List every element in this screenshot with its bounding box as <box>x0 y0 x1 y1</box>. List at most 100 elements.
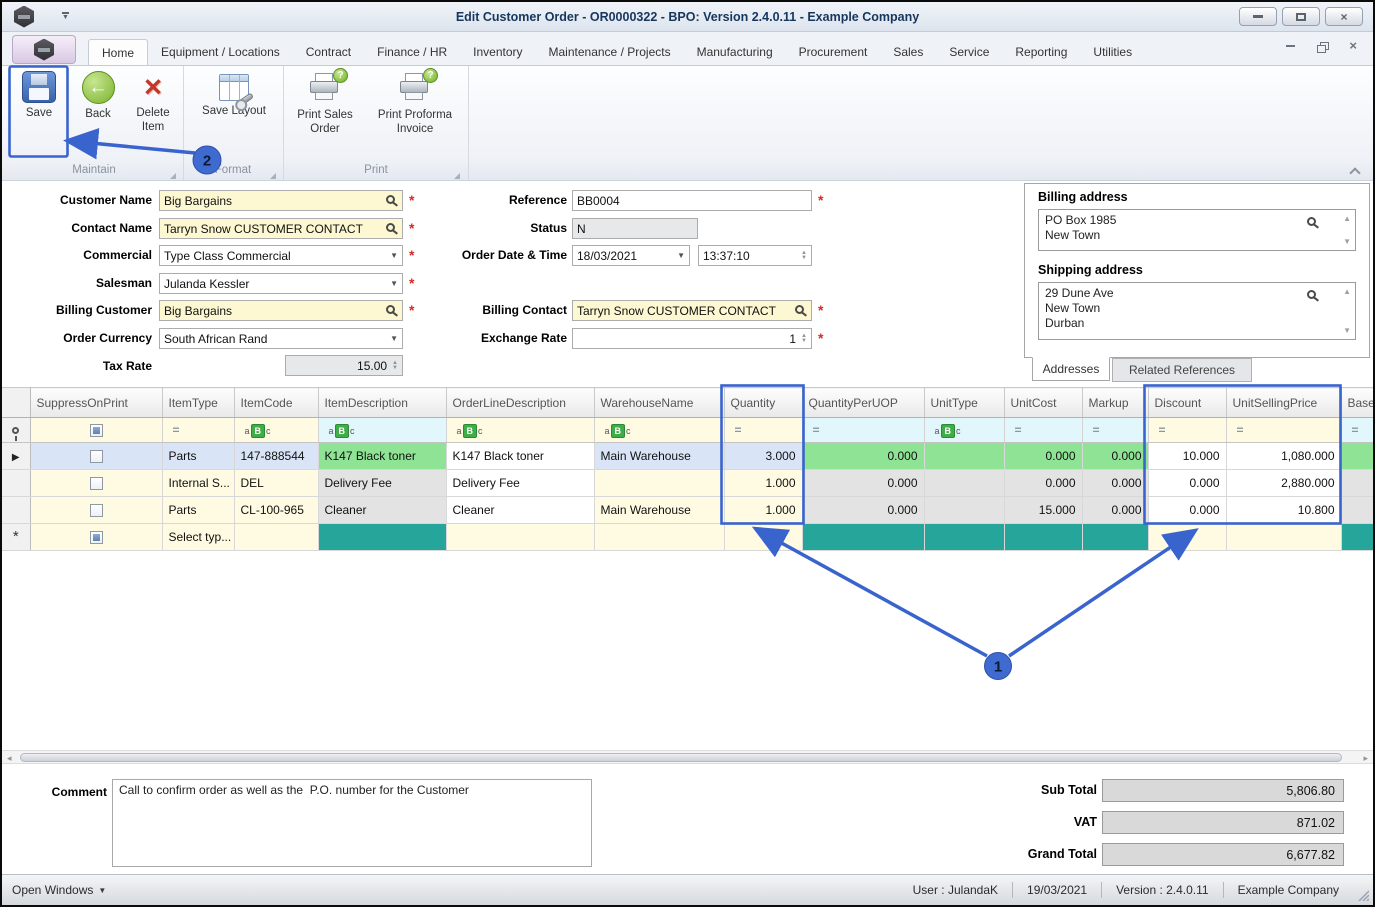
tab-maintenance-projects[interactable]: Maintenance / Projects <box>536 39 684 65</box>
mdi-minimize-button[interactable] <box>1286 45 1296 47</box>
billing-address-box[interactable]: PO Box 1985 New Town ▲ ▼ <box>1038 209 1356 251</box>
filter-itemcode[interactable]: aBc <box>234 417 319 443</box>
grid-cell[interactable] <box>30 442 163 470</box>
tab-equipment-locations[interactable]: Equipment / Locations <box>148 39 293 65</box>
billing-contact-field[interactable]: Tarryn Snow CUSTOMER CONTACT <box>572 300 812 321</box>
grid-cell[interactable]: 0.000 <box>1004 442 1083 470</box>
back-button[interactable]: ← Back <box>72 68 124 156</box>
order-time-field[interactable]: 13:37:10 ▲ ▼ <box>698 245 812 266</box>
resize-grip-icon[interactable] <box>1357 889 1369 901</box>
column-header-markup[interactable]: Markup <box>1082 387 1149 418</box>
tab-reporting[interactable]: Reporting <box>1002 39 1080 65</box>
filter-discount[interactable]: = <box>1148 417 1227 443</box>
grid-cell[interactable]: 1,080.000 <box>1226 442 1342 470</box>
delete-item-button[interactable]: × Delete Item <box>126 68 180 156</box>
column-header-orderlinedescription[interactable]: OrderLineDescription <box>446 387 595 418</box>
checkbox-indeterminate[interactable] <box>89 423 103 437</box>
chevron-down-icon[interactable]: ▼ <box>677 251 685 260</box>
save-button[interactable]: Save <box>10 68 68 156</box>
spinner-icon[interactable]: ▲ ▼ <box>801 333 807 344</box>
grid-cell[interactable]: 0.000 <box>802 442 925 470</box>
grid-cell[interactable] <box>30 523 163 551</box>
search-icon[interactable] <box>386 305 395 314</box>
grid-cell[interactable] <box>924 469 1005 497</box>
grid-cell[interactable] <box>802 523 925 551</box>
order-currency-dropdown[interactable]: South African Rand ▼ <box>159 328 403 349</box>
grid-cell[interactable]: 0.000 <box>1148 469 1227 497</box>
new-row-itemtype-prompt[interactable]: Select typ... <box>162 523 235 551</box>
tab-utilities[interactable]: Utilities <box>1080 39 1145 65</box>
search-icon[interactable] <box>386 223 395 232</box>
tab-sales[interactable]: Sales <box>880 39 936 65</box>
scroll-down-icon[interactable]: ▼ <box>1343 237 1351 246</box>
filter-suppressonprint[interactable] <box>30 417 163 443</box>
filter-itemdescription[interactable]: aBc <box>318 417 447 443</box>
column-header-unittype[interactable]: UnitType <box>924 387 1005 418</box>
filter-unittype[interactable]: aBc <box>924 417 1005 443</box>
grid-cell[interactable] <box>724 523 803 551</box>
tab-inventory[interactable]: Inventory <box>460 39 535 65</box>
scroll-down-icon[interactable]: ▼ <box>1343 326 1351 335</box>
filter-quantity[interactable]: = <box>724 417 803 443</box>
grid-cell[interactable]: 0.000 <box>802 496 925 524</box>
column-header-warehousename[interactable]: WarehouseName <box>594 387 725 418</box>
checkbox[interactable] <box>89 476 103 490</box>
tab-manufacturing[interactable]: Manufacturing <box>684 39 786 65</box>
tab-addresses[interactable]: Addresses <box>1032 357 1110 381</box>
filter-markup[interactable]: = <box>1082 417 1149 443</box>
spinner-icon[interactable]: ▲ ▼ <box>801 250 807 261</box>
column-header-discount[interactable]: Discount <box>1148 387 1227 418</box>
grid-cell[interactable]: 0.000 <box>1082 442 1149 470</box>
dialog-launcher-icon[interactable] <box>454 173 460 179</box>
column-header-unitcost[interactable]: UnitCost <box>1004 387 1083 418</box>
chevron-down-icon[interactable]: ▼ <box>390 334 398 343</box>
open-windows-button[interactable]: Open Windows ▼ <box>12 883 106 897</box>
grid-cell[interactable] <box>594 523 725 551</box>
tab-service[interactable]: Service <box>936 39 1002 65</box>
grid-cell[interactable] <box>1341 523 1373 551</box>
grid-cell[interactable]: Delivery Fee <box>318 469 447 497</box>
scroll-left-icon[interactable]: ◂ <box>7 752 12 764</box>
search-icon[interactable] <box>386 195 395 204</box>
grid-horizontal-scrollbar[interactable]: ◂ ▸ <box>2 750 1373 764</box>
close-button[interactable]: × <box>1325 7 1363 26</box>
checkbox[interactable] <box>89 503 103 517</box>
dialog-launcher-icon[interactable] <box>170 173 176 179</box>
grid-cell[interactable] <box>594 469 725 497</box>
tab-related-references[interactable]: Related References <box>1112 358 1252 382</box>
shipping-address-search-button[interactable] <box>1291 286 1331 304</box>
grid-cell[interactable] <box>1341 442 1373 470</box>
column-header-suppressonprint[interactable]: SuppressOnPrint <box>30 387 163 418</box>
grid-cell[interactable] <box>234 523 319 551</box>
save-layout-button[interactable]: Save Layout <box>192 68 276 156</box>
grid-cell[interactable]: Cleaner <box>318 496 447 524</box>
grid-cell[interactable]: Delivery Fee <box>446 469 595 497</box>
billing-address-search-button[interactable] <box>1291 213 1331 231</box>
grid-cell[interactable]: Parts <box>162 496 235 524</box>
grid-cell[interactable]: 10.000 <box>1148 442 1227 470</box>
column-header-quantity[interactable]: Quantity <box>724 387 803 418</box>
grid-cell[interactable] <box>924 496 1005 524</box>
tab-finance-hr[interactable]: Finance / HR <box>364 39 460 65</box>
reference-field[interactable]: BB0004 <box>572 190 812 211</box>
grid-cell[interactable] <box>1226 523 1342 551</box>
scrollbar-thumb[interactable] <box>20 753 1342 762</box>
filter-orderlinedescription[interactable]: aBc <box>446 417 595 443</box>
filter-unitsellingprice[interactable]: = <box>1226 417 1342 443</box>
scroll-right-icon[interactable]: ▸ <box>1363 752 1368 764</box>
grid-cell[interactable] <box>1148 523 1227 551</box>
dialog-launcher-icon[interactable] <box>270 173 276 179</box>
grid-cell[interactable]: K147 Black toner <box>318 442 447 470</box>
grid-cell[interactable] <box>1341 496 1373 524</box>
scroll-up-icon[interactable]: ▲ <box>1343 287 1351 296</box>
grid-cell[interactable]: 147-888544 <box>234 442 319 470</box>
maximize-button[interactable] <box>1282 7 1320 26</box>
column-header-itemtype[interactable]: ItemType <box>162 387 235 418</box>
spinner-icon[interactable]: ▲ ▼ <box>392 360 398 371</box>
grid-cell[interactable]: Main Warehouse <box>594 442 725 470</box>
chevron-down-icon[interactable]: ▼ <box>390 279 398 288</box>
tab-procurement[interactable]: Procurement <box>786 39 881 65</box>
grid-cell[interactable]: 1.000 <box>724 469 803 497</box>
grid-cell[interactable]: 2,880.000 <box>1226 469 1342 497</box>
grid-cell[interactable]: Parts <box>162 442 235 470</box>
